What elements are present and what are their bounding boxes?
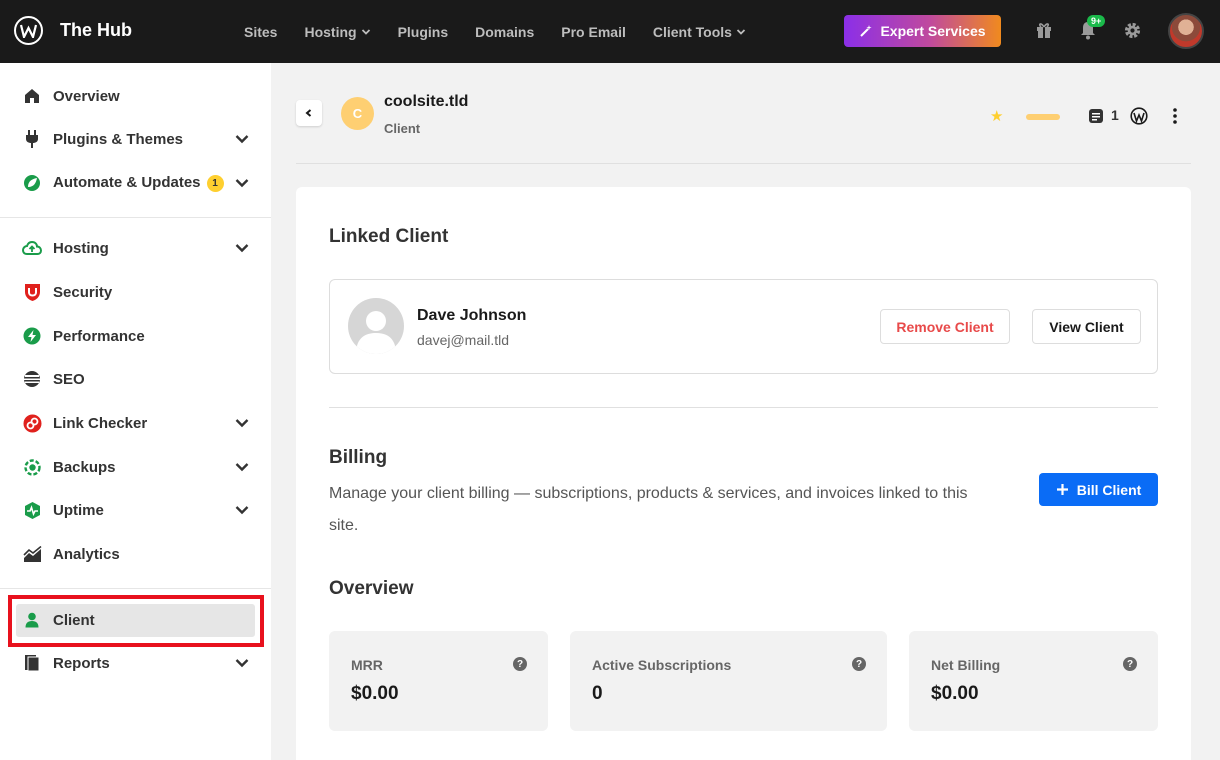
client-email: davej@mail.tld: [417, 332, 510, 348]
star-icon[interactable]: ★: [990, 107, 1003, 125]
chevron-down-icon: [361, 28, 370, 35]
gear-icon[interactable]: [1122, 20, 1142, 40]
home-icon: [22, 86, 42, 106]
linked-client-heading: Linked Client: [329, 226, 449, 247]
highlight-box: [8, 595, 264, 647]
nav-client-tools[interactable]: Client Tools: [653, 24, 746, 40]
top-bar: The Hub Sites Hosting Plugins Domains Pr…: [0, 0, 1220, 63]
client-avatar: [348, 298, 404, 354]
nav-pro-email[interactable]: Pro Email: [561, 24, 626, 40]
chevron-down-icon[interactable]: [234, 459, 250, 475]
automate-icon: [22, 173, 42, 193]
gift-icon[interactable]: [1034, 20, 1054, 40]
stat-card-net-billing: Net Billing $0.00 ?: [909, 631, 1158, 731]
bolt-icon: [22, 326, 42, 346]
site-tag-pill[interactable]: [1026, 114, 1060, 120]
site-subtitle: Client: [384, 121, 421, 136]
expert-services-button[interactable]: Expert Services: [844, 15, 1001, 47]
seo-icon: [22, 369, 42, 389]
plus-icon: [1056, 484, 1068, 495]
overview-heading: Overview: [329, 578, 414, 599]
chevron-down-icon[interactable]: [234, 502, 250, 518]
stat-value: $0.00: [931, 683, 979, 704]
billing-heading: Billing: [329, 447, 388, 468]
uptime-icon: [22, 500, 42, 520]
magic-wand-icon: [860, 25, 873, 37]
help-icon[interactable]: ?: [1123, 657, 1137, 671]
sidebar-item-reports[interactable]: Reports: [0, 643, 271, 683]
sidebar-item-overview[interactable]: Overview: [0, 76, 271, 116]
chevron-left-icon: [305, 109, 312, 117]
chevron-down-icon[interactable]: [234, 415, 250, 431]
site-avatar: C: [341, 97, 374, 130]
sidebar-item-uptime[interactable]: Uptime: [0, 490, 271, 530]
stat-label: MRR: [351, 657, 383, 673]
client-name: Dave Johnson: [417, 307, 527, 324]
billing-description: Manage your client billing — subscriptio…: [329, 485, 968, 534]
more-options-icon[interactable]: [1168, 107, 1182, 125]
sidebar-item-seo[interactable]: SEO: [0, 359, 271, 399]
chevron-down-icon: [736, 28, 746, 35]
sidebar-item-link-checker[interactable]: Link Checker: [0, 403, 271, 443]
sidebar-item-performance[interactable]: Performance: [0, 316, 271, 356]
plug-icon: [22, 129, 42, 149]
stat-card-active-subscriptions: Active Subscriptions 0 ?: [570, 631, 887, 731]
stat-value: 0: [592, 683, 603, 704]
sidebar-item-backups[interactable]: Backups: [0, 447, 271, 487]
wordpress-icon[interactable]: [1130, 107, 1148, 125]
sidebar-item-security[interactable]: Security: [0, 272, 271, 312]
sidebar-divider: [0, 217, 271, 218]
analytics-icon: [22, 544, 42, 564]
chevron-down-icon[interactable]: [234, 240, 250, 256]
stat-label: Net Billing: [931, 657, 1001, 673]
top-nav: Sites Hosting Plugins Domains Pro Email …: [244, 0, 773, 63]
link-icon: [22, 413, 42, 433]
view-client-button[interactable]: View Client: [1032, 309, 1141, 344]
report-icon: [22, 653, 42, 673]
shield-icon: [22, 282, 42, 302]
nav-hosting[interactable]: Hosting: [304, 24, 370, 40]
brand-name[interactable]: The Hub: [60, 20, 132, 41]
cloud-icon: [22, 238, 42, 258]
nav-domains[interactable]: Domains: [475, 24, 534, 40]
hub-logo-icon[interactable]: [14, 16, 43, 45]
help-icon[interactable]: ?: [513, 657, 527, 671]
chevron-down-icon[interactable]: [234, 655, 250, 671]
sidebar-item-plugins-themes[interactable]: Plugins & Themes: [0, 119, 271, 159]
nav-sites[interactable]: Sites: [244, 24, 277, 40]
stat-value: $0.00: [351, 683, 399, 704]
stat-label: Active Subscriptions: [592, 657, 732, 673]
backup-icon: [22, 457, 42, 477]
section-divider: [329, 407, 1158, 408]
post-count: 1: [1111, 107, 1119, 123]
header-divider: [296, 163, 1191, 164]
stat-card-mrr: MRR $0.00 ?: [329, 631, 548, 731]
chevron-down-icon[interactable]: [234, 175, 250, 191]
remove-client-button[interactable]: Remove Client: [880, 309, 1010, 344]
nav-plugins[interactable]: Plugins: [398, 24, 449, 40]
site-name: coolsite.tld: [384, 93, 469, 110]
bill-client-button[interactable]: Bill Client: [1039, 473, 1158, 506]
post-icon: [1089, 109, 1103, 123]
notification-badge: 9+: [1087, 15, 1106, 27]
update-count-badge: 1: [206, 174, 224, 192]
user-avatar[interactable]: [1168, 13, 1204, 49]
chevron-down-icon[interactable]: [234, 131, 250, 147]
sidebar-item-analytics[interactable]: Analytics: [0, 534, 271, 574]
sidebar-divider: [0, 588, 271, 589]
sidebar: Overview Plugins & Themes Automate & Upd…: [0, 63, 271, 760]
help-icon[interactable]: ?: [852, 657, 866, 671]
sidebar-item-hosting[interactable]: Hosting: [0, 228, 271, 268]
sidebar-item-automate-updates[interactable]: Automate & Updates 1: [0, 163, 271, 203]
back-button[interactable]: [296, 100, 322, 126]
